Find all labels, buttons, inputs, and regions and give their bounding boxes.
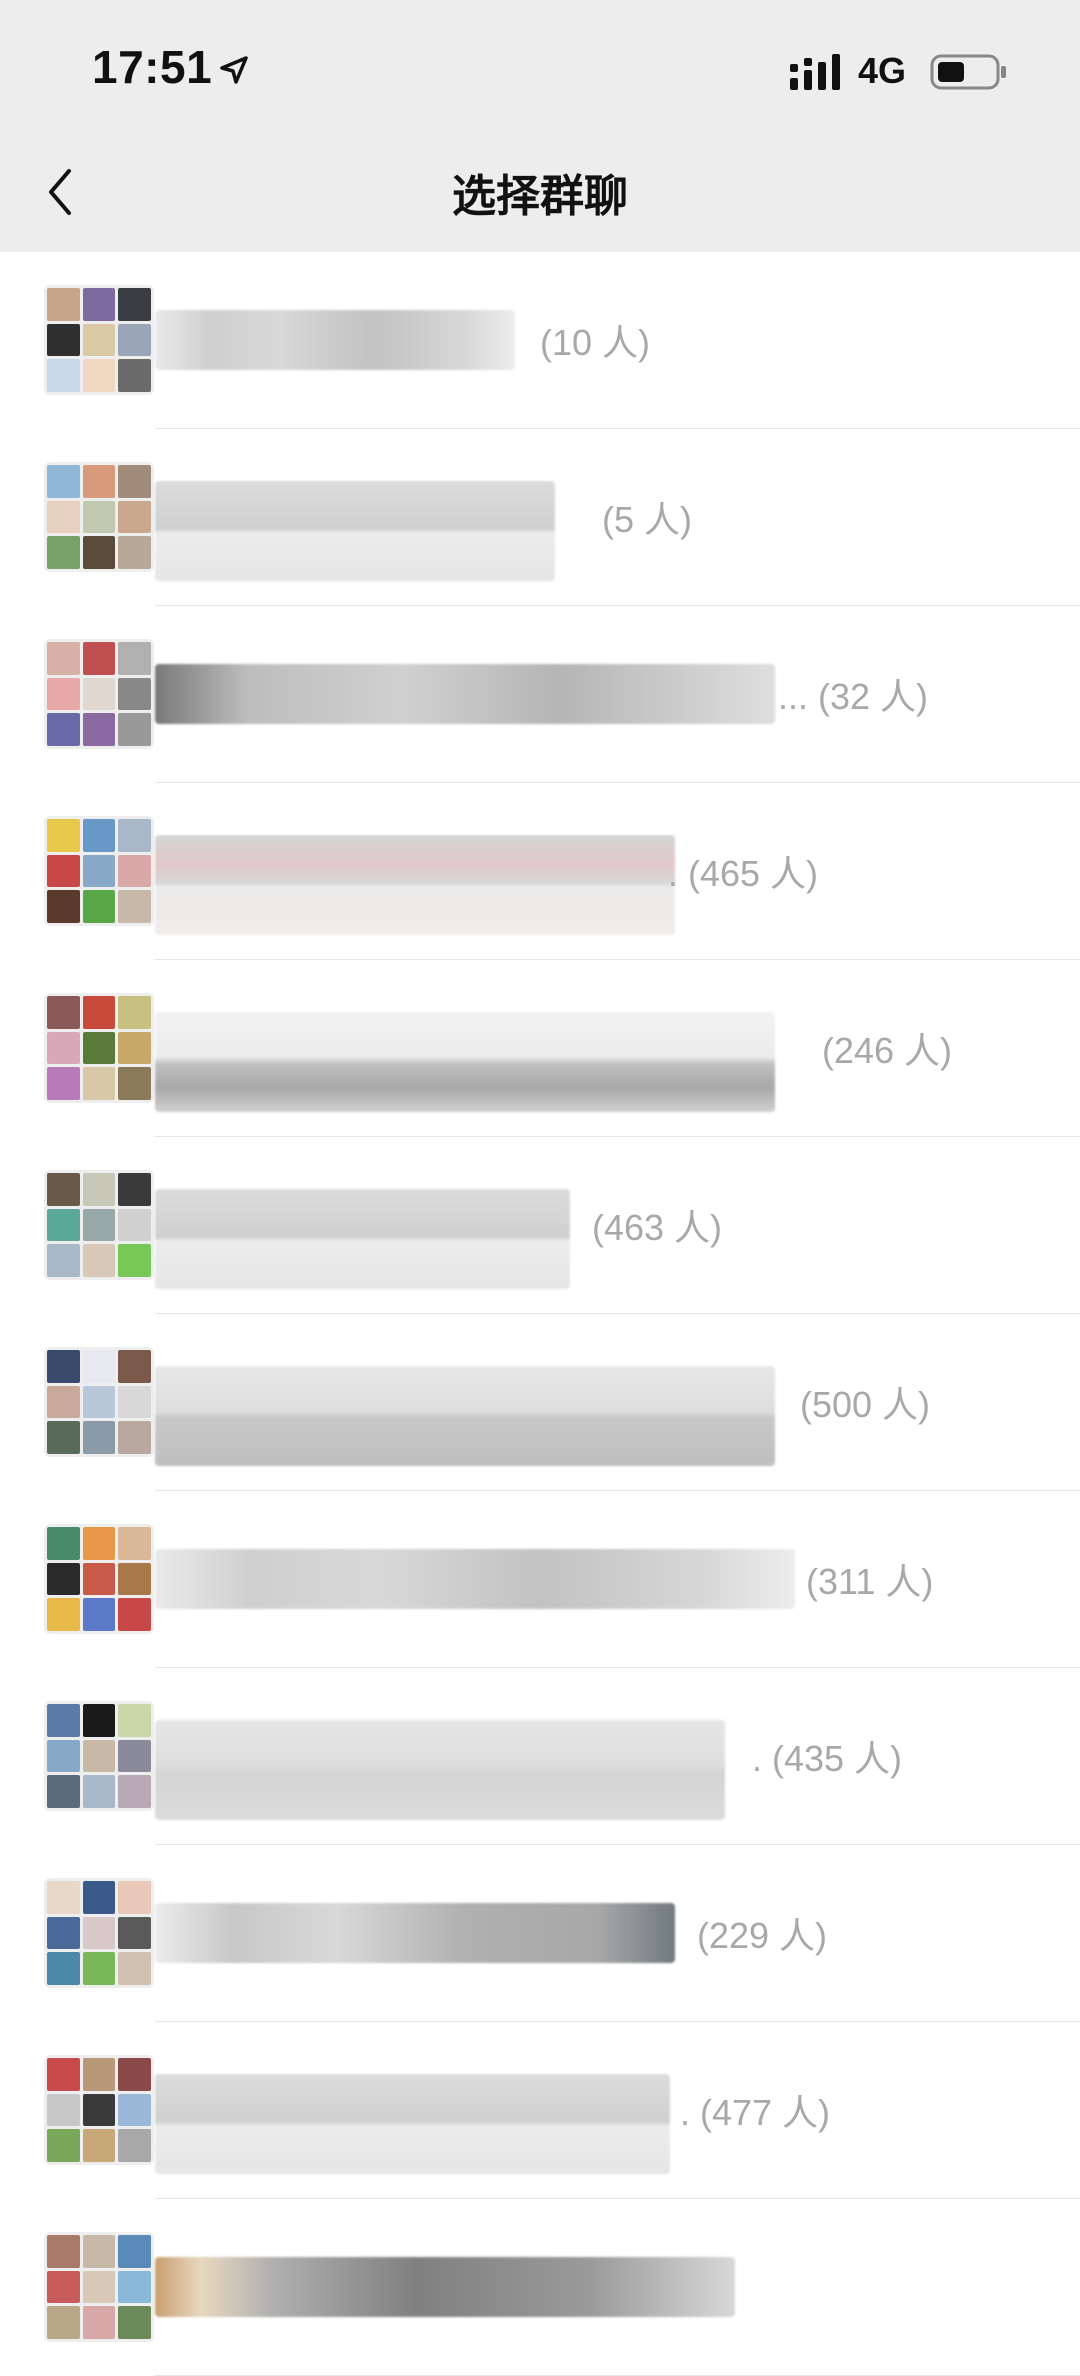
group-name-redacted <box>155 310 515 370</box>
member-count: (229 人) <box>697 1915 828 1956</box>
group-avatar <box>44 639 154 749</box>
member-count: ... (32 人) <box>778 676 929 717</box>
group-name-redacted <box>155 1903 675 1963</box>
group-row[interactable]: (10 人) <box>0 252 1080 429</box>
group-name-redacted <box>155 1189 570 1289</box>
member-count: (246 人) <box>822 1030 953 1071</box>
group-avatar <box>44 2055 154 2165</box>
group-row[interactable]: . (465 人) <box>0 783 1080 960</box>
group-name-redacted <box>155 1720 725 1820</box>
battery-icon <box>930 54 1006 90</box>
network-label: 4G <box>858 50 907 91</box>
group-row[interactable]: (463 人) <box>0 1137 1080 1314</box>
group-avatar <box>44 285 154 395</box>
group-name-redacted <box>155 2257 735 2317</box>
group-name-redacted <box>155 1366 775 1466</box>
group-avatar <box>44 1878 154 1988</box>
member-count: . (435 人) <box>752 1738 903 1779</box>
group-name-redacted <box>155 835 675 935</box>
location-arrow-icon <box>220 56 248 84</box>
member-count: (10 人) <box>540 322 651 363</box>
group-name-redacted <box>155 481 555 581</box>
group-row[interactable]: . (435 人) <box>0 1668 1080 1845</box>
member-count: (500 人) <box>800 1384 931 1425</box>
group-avatar <box>44 816 154 926</box>
group-list: (10 人) (5 人) ... (32 人) . (465 人) (246 人… <box>0 252 1080 2376</box>
member-count: (311 人) <box>806 1561 934 1602</box>
group-avatar <box>44 1524 154 1634</box>
group-avatar <box>44 2232 154 2342</box>
group-row[interactable]: (5 人) <box>0 429 1080 606</box>
group-avatar <box>44 1170 154 1280</box>
page-title: 选择群聊 <box>452 172 628 221</box>
group-name-redacted <box>155 1549 795 1609</box>
member-count: (463 人) <box>592 1207 723 1248</box>
group-row[interactable]: (246 人) <box>0 960 1080 1137</box>
group-row[interactable]: ... (32 人) <box>0 606 1080 783</box>
group-row[interactable] <box>0 2199 1080 2376</box>
group-avatar <box>44 993 154 1103</box>
group-avatar <box>44 1701 154 1811</box>
group-name-redacted <box>155 664 775 724</box>
status-bar: 17:51 4G <box>0 0 1080 140</box>
member-count: . (465 人) <box>668 853 819 894</box>
group-row[interactable]: (311 人) <box>0 1491 1080 1668</box>
member-count: . (477 人) <box>680 2092 831 2133</box>
group-avatar <box>44 462 154 572</box>
group-row[interactable]: . (477 人) <box>0 2022 1080 2199</box>
group-avatar <box>44 1347 154 1457</box>
status-time: 17:51 <box>92 41 213 93</box>
group-name-redacted <box>155 2074 670 2174</box>
group-name-redacted <box>155 1012 775 1112</box>
group-row[interactable]: (229 人) <box>0 1845 1080 2022</box>
member-count: (5 人) <box>602 499 693 540</box>
signal-icon <box>790 54 840 90</box>
group-row[interactable]: (500 人) <box>0 1314 1080 1491</box>
